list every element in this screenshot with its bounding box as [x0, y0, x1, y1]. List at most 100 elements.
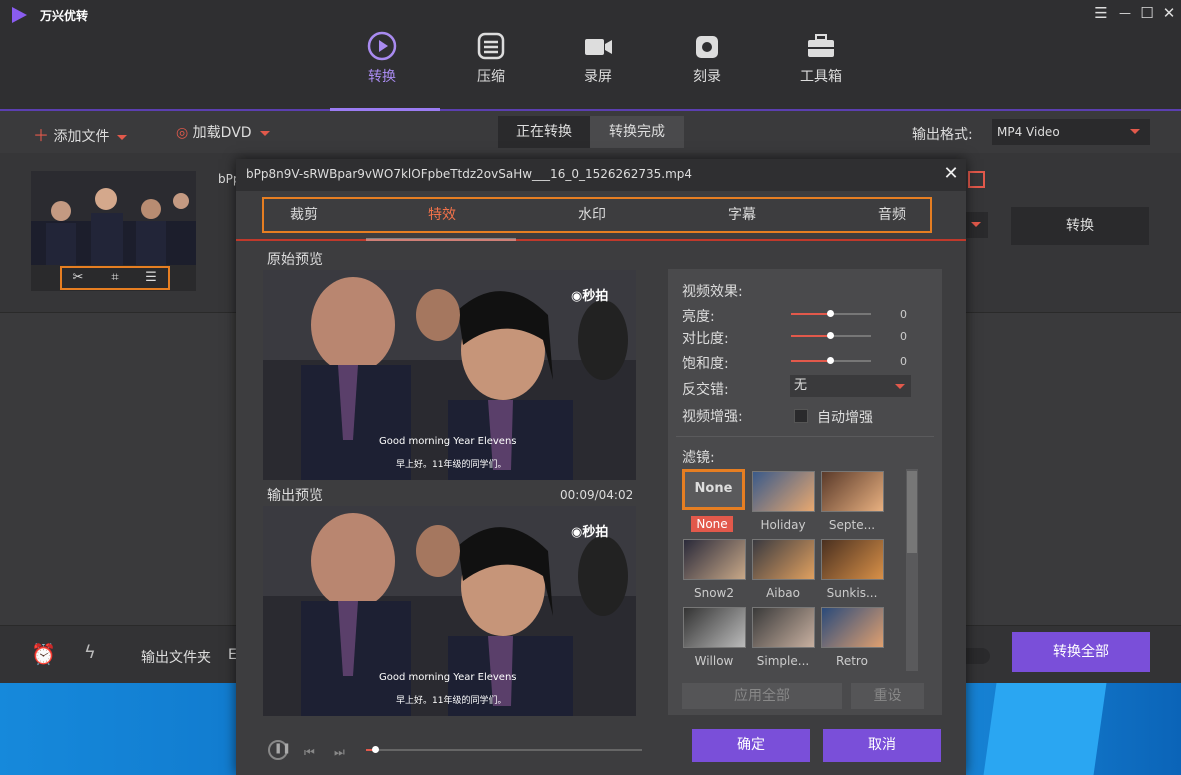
- effects-panel: 视频效果: 亮度: 0 对比度: 0 饱和度: 0 反交错: 无 视频增强: 自…: [668, 269, 942, 715]
- tab-underline: [236, 238, 966, 241]
- brightness-value: 0: [900, 308, 907, 321]
- previous-frame-icon[interactable]: ⏮: [304, 745, 315, 760]
- edit-tools: ✂ ⌗ ☰: [60, 266, 170, 290]
- tab-audio[interactable]: 音频: [852, 199, 932, 231]
- output-preview-label: 输出预览: [267, 488, 323, 504]
- slider-handle[interactable]: [827, 310, 834, 317]
- nav-compress[interactable]: 压缩: [441, 28, 541, 86]
- contrast-slider[interactable]: [791, 332, 871, 339]
- auto-enhance-checkbox[interactable]: [794, 409, 808, 423]
- pause-button[interactable]: ❚❚: [268, 740, 291, 760]
- nav-label: 录屏: [584, 69, 612, 85]
- filter-name: Simple...: [756, 654, 810, 668]
- ok-button[interactable]: 确定: [692, 729, 810, 762]
- crop-icon[interactable]: ⌗: [105, 270, 125, 288]
- tab-watermark[interactable]: 水印: [552, 199, 632, 231]
- nav-toolbox[interactable]: 工具箱: [771, 28, 871, 86]
- filter-sunkiss[interactable]: [821, 539, 884, 580]
- menu-icon[interactable]: ☰: [1090, 2, 1112, 24]
- app-logo-icon: [12, 7, 27, 23]
- camera-icon: [585, 39, 612, 55]
- filter-aibao[interactable]: [752, 539, 815, 580]
- lightning-icon[interactable]: ϟ: [84, 642, 96, 663]
- filter-retro[interactable]: [821, 607, 884, 648]
- filter-willow[interactable]: [683, 607, 746, 648]
- apply-all-button[interactable]: 应用全部: [682, 683, 842, 709]
- nav-burn[interactable]: 刻录: [657, 28, 757, 86]
- close-icon[interactable]: ✕: [942, 165, 960, 183]
- filter-none[interactable]: None: [682, 469, 745, 510]
- add-file-label: 添加文件: [53, 129, 110, 145]
- reset-button[interactable]: 重设: [851, 683, 924, 709]
- chevron-down-icon: [971, 222, 981, 227]
- format-dropdown[interactable]: [966, 212, 988, 238]
- filter-scrollbar[interactable]: [906, 469, 918, 671]
- filters-label: 滤镜:: [682, 450, 715, 466]
- slider-handle[interactable]: [827, 332, 834, 339]
- maximize-button[interactable]: ☐: [1136, 2, 1158, 24]
- output-format-value: MP4 Video: [997, 125, 1060, 139]
- close-button[interactable]: ✕: [1158, 2, 1180, 24]
- filter-name: Aibao: [766, 586, 800, 600]
- deinterlace-value: 无: [794, 378, 808, 393]
- nav-label: 工具箱: [800, 69, 842, 85]
- load-dvd-button[interactable]: ◎ 加载DVD: [176, 122, 270, 142]
- convert-button[interactable]: 转换: [1011, 207, 1149, 245]
- effects-settings-icon[interactable]: ☰: [141, 270, 161, 288]
- nav-record[interactable]: 录屏: [548, 28, 648, 86]
- next-frame-icon[interactable]: ⏭: [334, 745, 345, 760]
- filter-name: Holiday: [760, 518, 806, 532]
- progress-handle[interactable]: [372, 746, 379, 753]
- filter-name: Snow2: [693, 586, 734, 600]
- filter-none-thumb-text: None: [694, 481, 733, 496]
- dialog-title: bPp8n9V-sRWBpar9vWO7klOFpbeTtdz2ovSaHw__…: [246, 167, 693, 181]
- nav-label: 转换: [368, 69, 396, 85]
- trim-icon[interactable]: ✂: [68, 270, 88, 288]
- deinterlace-select[interactable]: 无: [790, 375, 911, 397]
- filter-holiday[interactable]: [752, 471, 815, 512]
- filter-september[interactable]: [821, 471, 884, 512]
- convert-all-button[interactable]: 转换全部: [1012, 632, 1150, 672]
- cancel-button[interactable]: 取消: [823, 729, 941, 762]
- subtitle-english: Good morning Year Elevens: [379, 672, 517, 683]
- filter-simple[interactable]: [752, 607, 815, 648]
- nav-convert[interactable]: 转换: [332, 28, 432, 86]
- dialog-title-bar: bPp8n9V-sRWBpar9vWO7klOFpbeTtdz2ovSaHw__…: [236, 159, 966, 191]
- progress-bar[interactable]: [366, 746, 642, 753]
- filter-name: Sunkis...: [826, 586, 878, 600]
- minimize-button[interactable]: —: [1114, 2, 1136, 24]
- alarm-clock-icon[interactable]: ⏰: [31, 642, 56, 666]
- tab-subtitle[interactable]: 字幕: [702, 199, 782, 231]
- edit-name-icon[interactable]: [968, 171, 985, 188]
- subtitle-chinese: 早上好。11年级的同学们。: [396, 696, 507, 706]
- chevron-down-icon: [259, 130, 270, 136]
- tab-crop[interactable]: 裁剪: [264, 199, 344, 231]
- add-file-button[interactable]: ＋ 添加文件: [33, 122, 128, 146]
- saturation-label: 饱和度:: [682, 356, 729, 372]
- tab-converting[interactable]: 正在转换: [498, 116, 590, 148]
- nav-label: 刻录: [693, 69, 721, 85]
- subtitle-english: Good morning Year Elevens: [379, 436, 517, 447]
- time-display: 00:09/04:02: [560, 488, 634, 502]
- contrast-value: 0: [900, 330, 907, 343]
- edit-tabs: 裁剪 特效 水印 字幕 音频: [262, 197, 932, 233]
- divider: [676, 436, 934, 437]
- play-circle-icon: [367, 31, 397, 61]
- deinterlace-label: 反交错:: [682, 382, 729, 398]
- brightness-slider[interactable]: [791, 310, 871, 317]
- plus-icon: ＋: [33, 126, 50, 145]
- output-format-label: 输出格式:: [912, 127, 973, 143]
- saturation-value: 0: [900, 355, 907, 368]
- tab-converted[interactable]: 转换完成: [590, 116, 684, 148]
- video-effects-heading: 视频效果:: [682, 284, 743, 300]
- filter-name: Septe...: [828, 518, 876, 532]
- dvd-icon: ◎: [176, 125, 189, 141]
- output-folder-label: 输出文件夹: [141, 650, 211, 666]
- tab-effects[interactable]: 特效: [402, 199, 482, 231]
- filter-snow2[interactable]: [683, 539, 746, 580]
- watermark-text: ◉秒拍: [571, 525, 609, 540]
- output-format-select[interactable]: MP4 Video: [992, 119, 1150, 145]
- slider-handle[interactable]: [827, 357, 834, 364]
- saturation-slider[interactable]: [791, 357, 871, 364]
- chevron-down-icon: [895, 384, 905, 389]
